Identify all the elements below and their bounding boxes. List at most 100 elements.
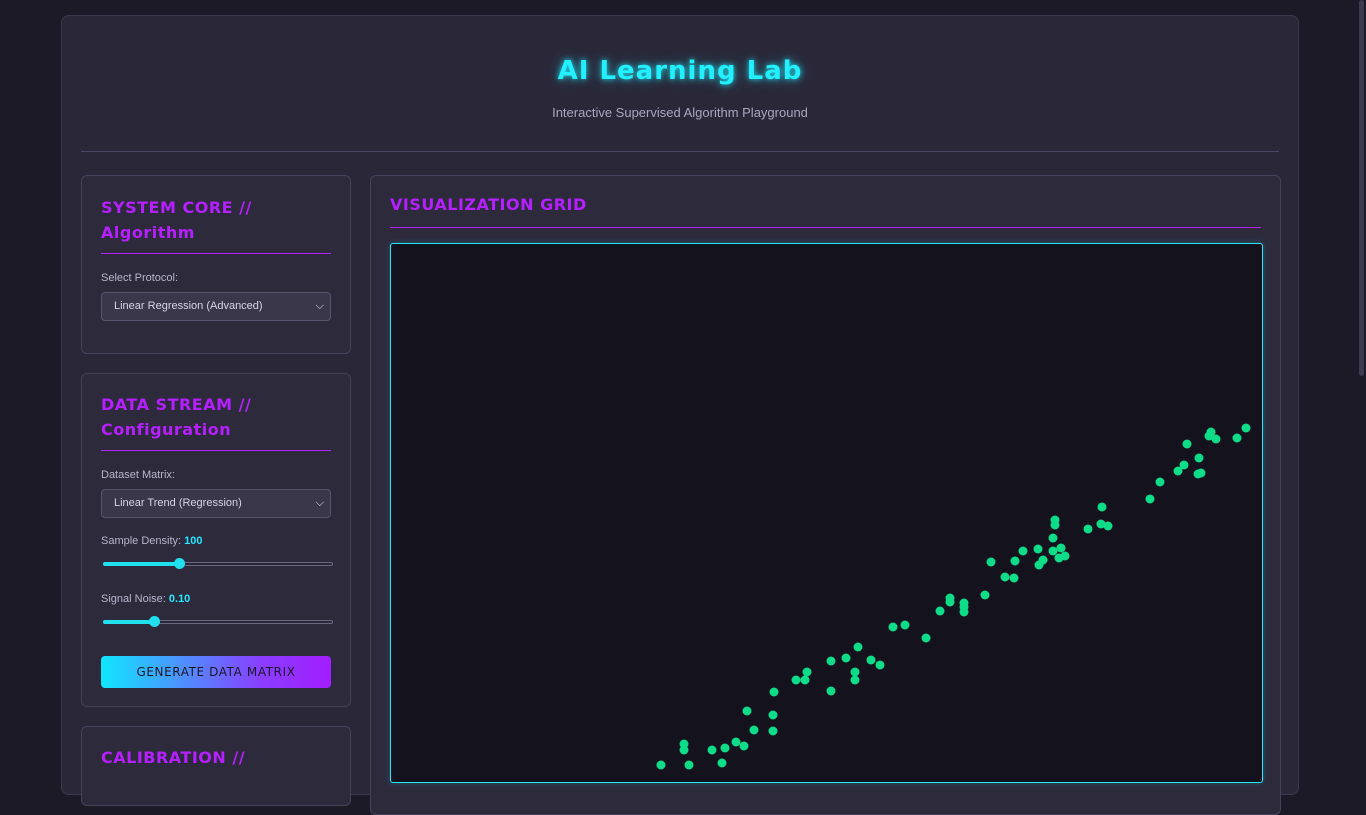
data-point bbox=[1050, 515, 1060, 525]
data-point bbox=[684, 760, 694, 770]
noise-slider-thumb[interactable] bbox=[148, 616, 160, 627]
data-point bbox=[1033, 544, 1043, 554]
scrollbar-thumb[interactable] bbox=[1359, 0, 1364, 376]
data-stream-title-line1: DATA STREAM // bbox=[101, 395, 252, 414]
data-stream-divider bbox=[101, 450, 331, 451]
data-point bbox=[800, 675, 810, 685]
data-point bbox=[1241, 423, 1251, 433]
density-slider-fill bbox=[103, 562, 179, 566]
generate-data-button[interactable]: GENERATE DATA MATRIX bbox=[101, 656, 331, 688]
data-point bbox=[875, 660, 885, 670]
data-point bbox=[945, 593, 955, 603]
page-subtitle: Interactive Supervised Algorithm Playgro… bbox=[552, 105, 808, 120]
data-point bbox=[826, 686, 836, 696]
dataset-selected-value: Linear Trend (Regression) bbox=[114, 497, 242, 509]
data-point bbox=[850, 675, 860, 685]
data-point bbox=[679, 739, 689, 749]
protocol-select[interactable]: Linear Regression (Advanced) ⌵ bbox=[101, 292, 331, 321]
header-divider bbox=[81, 151, 1279, 152]
data-point bbox=[1179, 460, 1189, 470]
visualization-panel: VISUALIZATION GRID bbox=[370, 175, 1281, 815]
page-scrollbar[interactable] bbox=[1357, 0, 1366, 768]
data-point bbox=[1211, 434, 1221, 444]
data-point bbox=[720, 743, 730, 753]
density-label: Sample Density: 100 bbox=[101, 535, 203, 547]
data-point bbox=[866, 655, 876, 665]
protocol-label: Select Protocol: bbox=[101, 272, 179, 284]
data-point bbox=[853, 642, 863, 652]
system-core-title-line2: Algorithm bbox=[101, 223, 195, 242]
system-core-divider bbox=[101, 253, 331, 254]
app-container: AI Learning Lab Interactive Supervised A… bbox=[61, 15, 1299, 815]
data-point bbox=[731, 737, 741, 747]
density-slider-thumb[interactable] bbox=[173, 558, 185, 569]
page-header: AI Learning Lab Interactive Supervised A… bbox=[62, 16, 1298, 152]
data-point bbox=[739, 741, 749, 751]
data-point bbox=[749, 725, 759, 735]
chevron-down-icon: ⌵ bbox=[315, 497, 324, 509]
data-point bbox=[1194, 453, 1204, 463]
data-point bbox=[826, 656, 836, 666]
data-point bbox=[1038, 555, 1048, 565]
data-point bbox=[1193, 469, 1203, 479]
data-point bbox=[1009, 573, 1019, 583]
data-point bbox=[1155, 477, 1165, 487]
visualization-title: VISUALIZATION GRID bbox=[390, 195, 587, 214]
system-core-panel: SYSTEM CORE // Algorithm Select Protocol… bbox=[81, 175, 351, 354]
noise-slider-fill bbox=[103, 620, 154, 624]
calibration-title: CALIBRATION // bbox=[101, 745, 331, 770]
data-point bbox=[1010, 556, 1020, 566]
data-point bbox=[959, 598, 969, 608]
noise-slider[interactable] bbox=[103, 615, 333, 629]
noise-label-text: Signal Noise: bbox=[101, 593, 166, 605]
data-point bbox=[921, 633, 931, 643]
data-point bbox=[1097, 502, 1107, 512]
data-point bbox=[888, 622, 898, 632]
data-point bbox=[707, 745, 717, 755]
data-point bbox=[656, 760, 666, 770]
data-point bbox=[1018, 546, 1028, 556]
density-slider[interactable] bbox=[103, 557, 333, 571]
system-core-title: SYSTEM CORE // Algorithm bbox=[101, 195, 331, 245]
data-point bbox=[717, 758, 727, 768]
data-point bbox=[1000, 572, 1010, 582]
data-point bbox=[742, 706, 752, 716]
data-stream-title: DATA STREAM // Configuration bbox=[101, 392, 331, 442]
scatter-plot bbox=[656, 423, 1251, 770]
data-point bbox=[986, 557, 996, 567]
data-point bbox=[1048, 533, 1058, 543]
data-point bbox=[850, 667, 860, 677]
density-label-text: Sample Density: bbox=[101, 535, 182, 547]
data-point bbox=[769, 687, 779, 697]
noise-label: Signal Noise: 0.10 bbox=[101, 593, 190, 605]
data-point bbox=[802, 667, 812, 677]
visualization-divider bbox=[390, 227, 1261, 228]
data-stream-panel: DATA STREAM // Configuration Dataset Mat… bbox=[81, 373, 351, 707]
system-core-title-line1: SYSTEM CORE // bbox=[101, 198, 252, 217]
protocol-selected-value: Linear Regression (Advanced) bbox=[114, 300, 263, 312]
data-point bbox=[1145, 494, 1155, 504]
data-point bbox=[1048, 546, 1058, 556]
data-point bbox=[1182, 439, 1192, 449]
data-point bbox=[1056, 543, 1066, 553]
page-title: AI Learning Lab bbox=[557, 56, 803, 86]
data-point bbox=[1103, 521, 1113, 531]
data-point bbox=[841, 653, 851, 663]
density-value: 100 bbox=[184, 535, 203, 547]
data-point bbox=[768, 726, 778, 736]
visualization-canvas[interactable] bbox=[390, 243, 1263, 783]
dataset-label: Dataset Matrix: bbox=[101, 469, 175, 481]
data-point bbox=[1060, 551, 1070, 561]
calibration-title-line1: CALIBRATION // bbox=[101, 748, 246, 767]
data-point bbox=[1083, 524, 1093, 534]
dataset-select[interactable]: Linear Trend (Regression) ⌵ bbox=[101, 489, 331, 518]
data-stream-title-line2: Configuration bbox=[101, 420, 232, 439]
data-point bbox=[1232, 433, 1242, 443]
data-point bbox=[768, 710, 778, 720]
data-point bbox=[935, 606, 945, 616]
data-point bbox=[900, 620, 910, 630]
calibration-panel: CALIBRATION // bbox=[81, 726, 351, 806]
chevron-down-icon: ⌵ bbox=[315, 300, 324, 312]
noise-value: 0.10 bbox=[168, 593, 191, 605]
data-point bbox=[791, 675, 801, 685]
